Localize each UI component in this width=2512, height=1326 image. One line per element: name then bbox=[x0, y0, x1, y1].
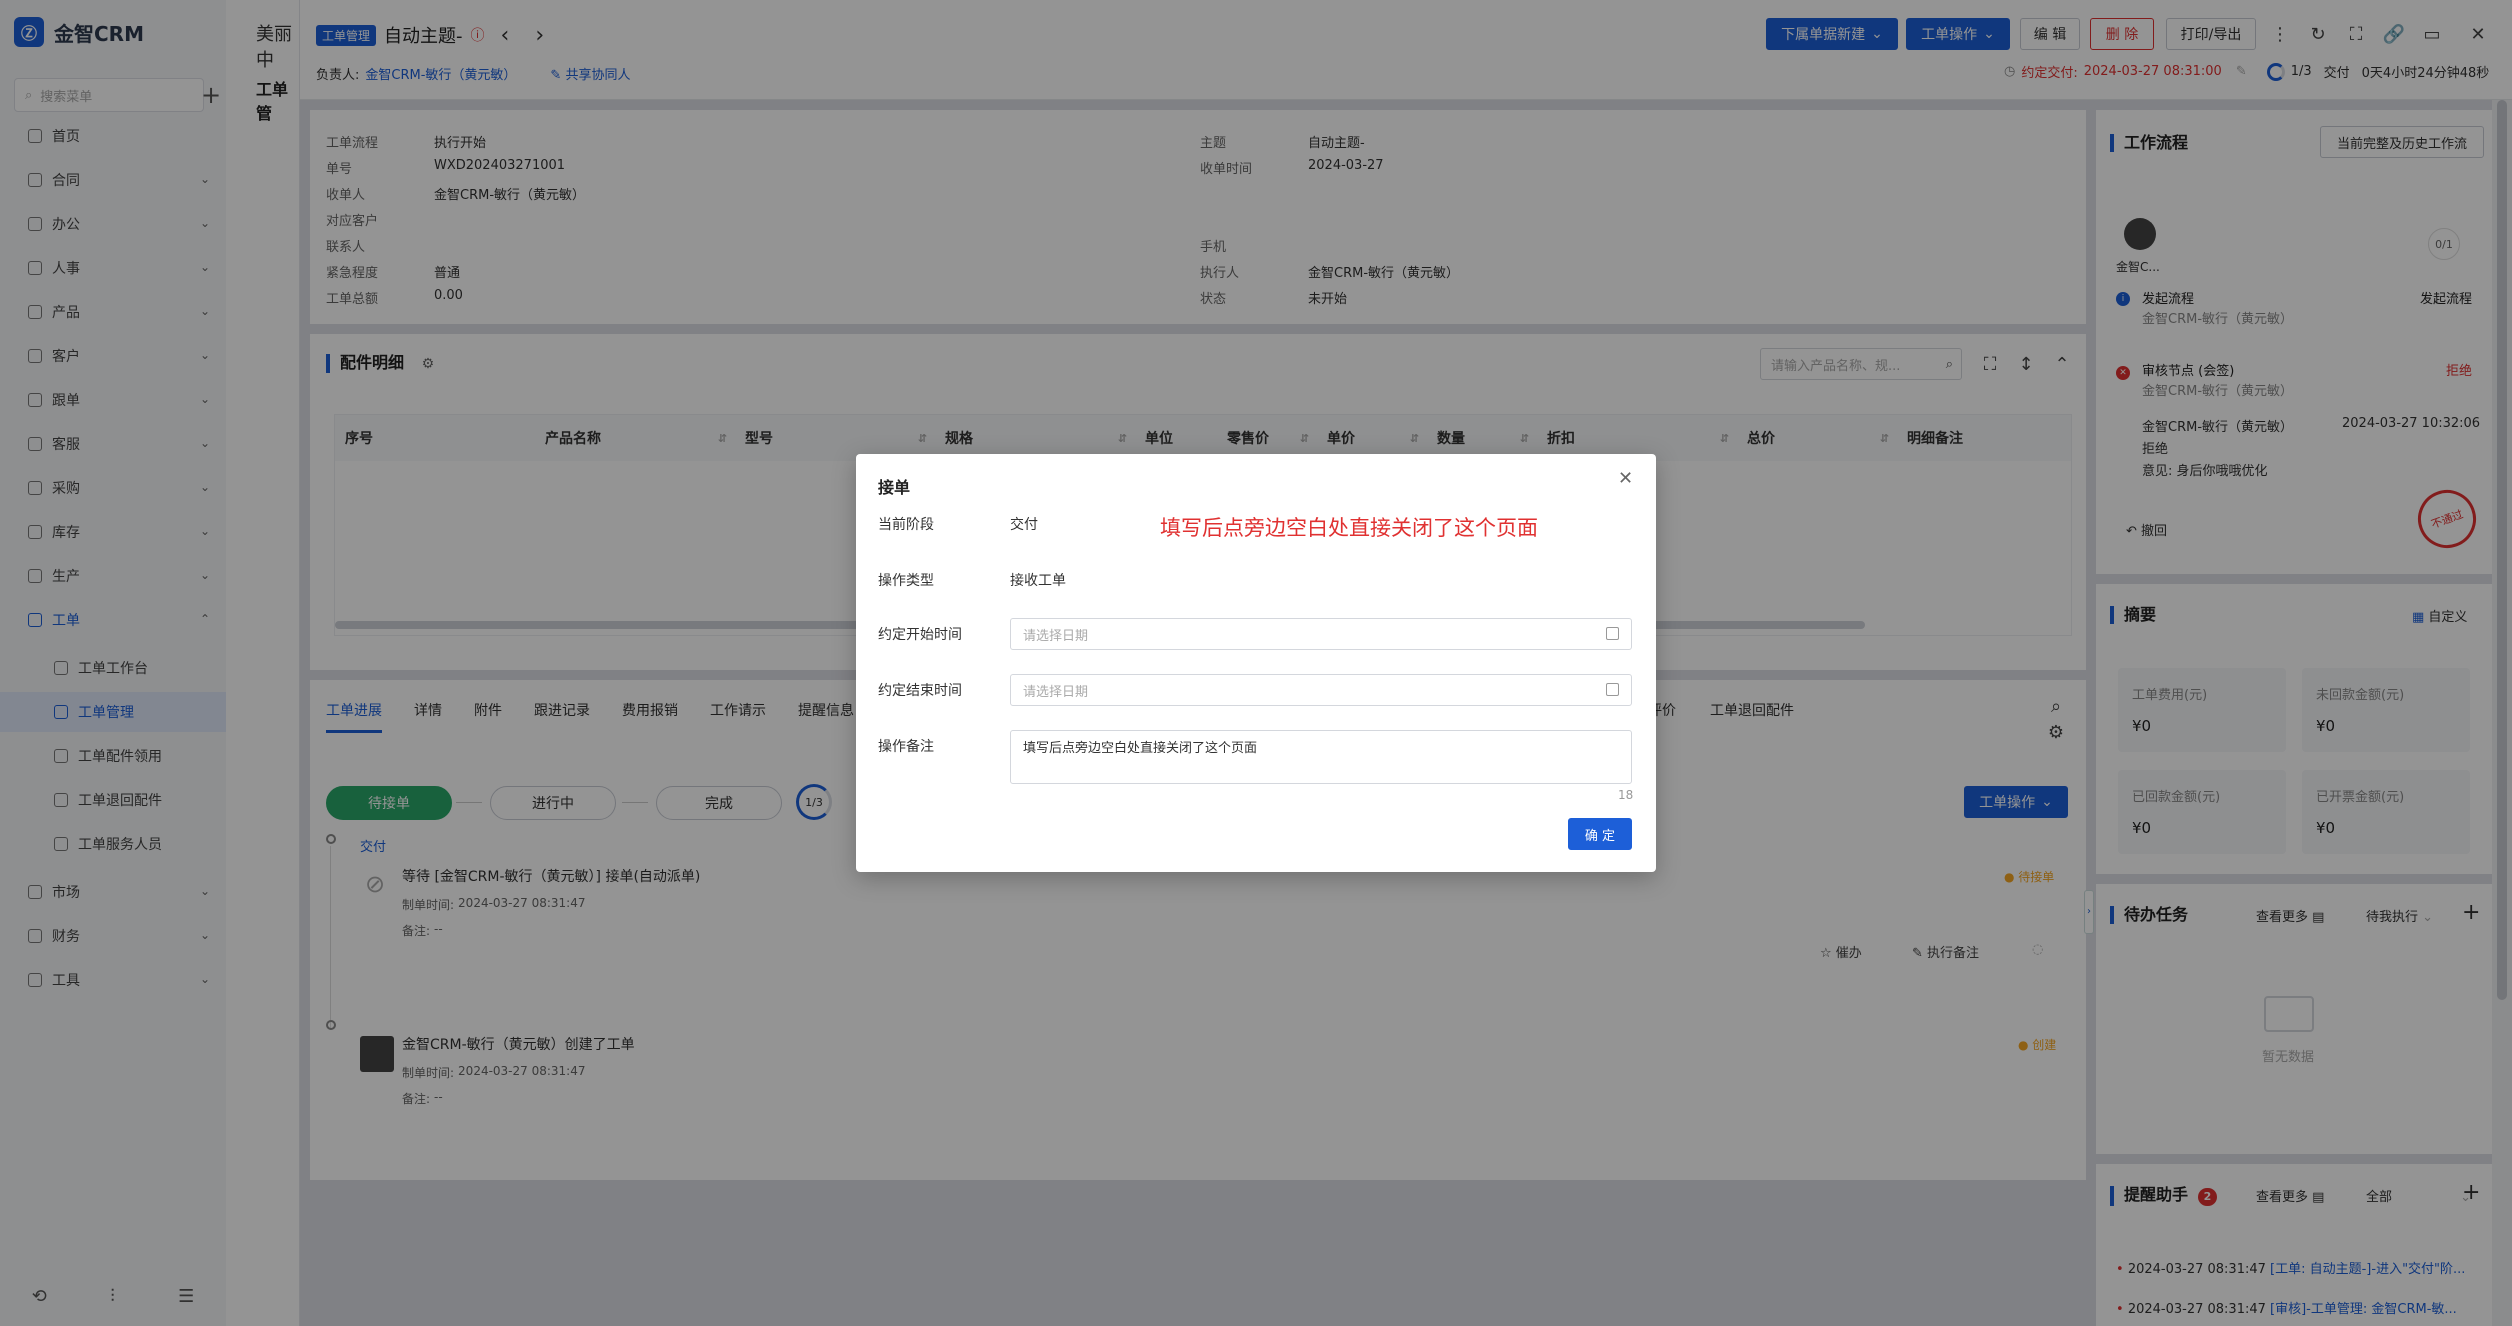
type-label: 操作类型 bbox=[878, 573, 934, 589]
close-icon[interactable]: ✕ bbox=[1618, 468, 1633, 489]
note-textarea[interactable]: 填写后点旁边空白处直接关闭了这个页面 bbox=[1010, 730, 1632, 784]
sidebar-mask[interactable] bbox=[0, 0, 300, 1326]
dialog-title: 接单 bbox=[878, 478, 911, 497]
type-value: 接收工单 bbox=[1010, 573, 1066, 589]
end-time-placeholder: 请选择日期 bbox=[1023, 684, 1089, 700]
stage-value: 交付 bbox=[1010, 517, 1038, 533]
start-time-picker[interactable]: 请选择日期 bbox=[1010, 618, 1632, 650]
accept-order-dialog: 接单 ✕ 当前阶段 交付 填写后点旁边空白处直接关闭了这个页面 操作类型 接收工… bbox=[856, 454, 1656, 872]
end-time-label: 约定结束时间 bbox=[878, 683, 962, 699]
end-time-picker[interactable]: 请选择日期 bbox=[1010, 674, 1632, 706]
confirm-button[interactable]: 确 定 bbox=[1568, 818, 1632, 850]
stage-label: 当前阶段 bbox=[878, 517, 934, 533]
char-count: 18 bbox=[1618, 788, 1634, 802]
calendar-icon bbox=[1606, 683, 1619, 696]
note-label: 操作备注 bbox=[878, 739, 934, 755]
start-time-placeholder: 请选择日期 bbox=[1023, 628, 1089, 644]
calendar-icon bbox=[1606, 627, 1619, 640]
start-time-label: 约定开始时间 bbox=[878, 627, 962, 643]
annotation-text: 填写后点旁边空白处直接关闭了这个页面 bbox=[1160, 516, 1538, 540]
